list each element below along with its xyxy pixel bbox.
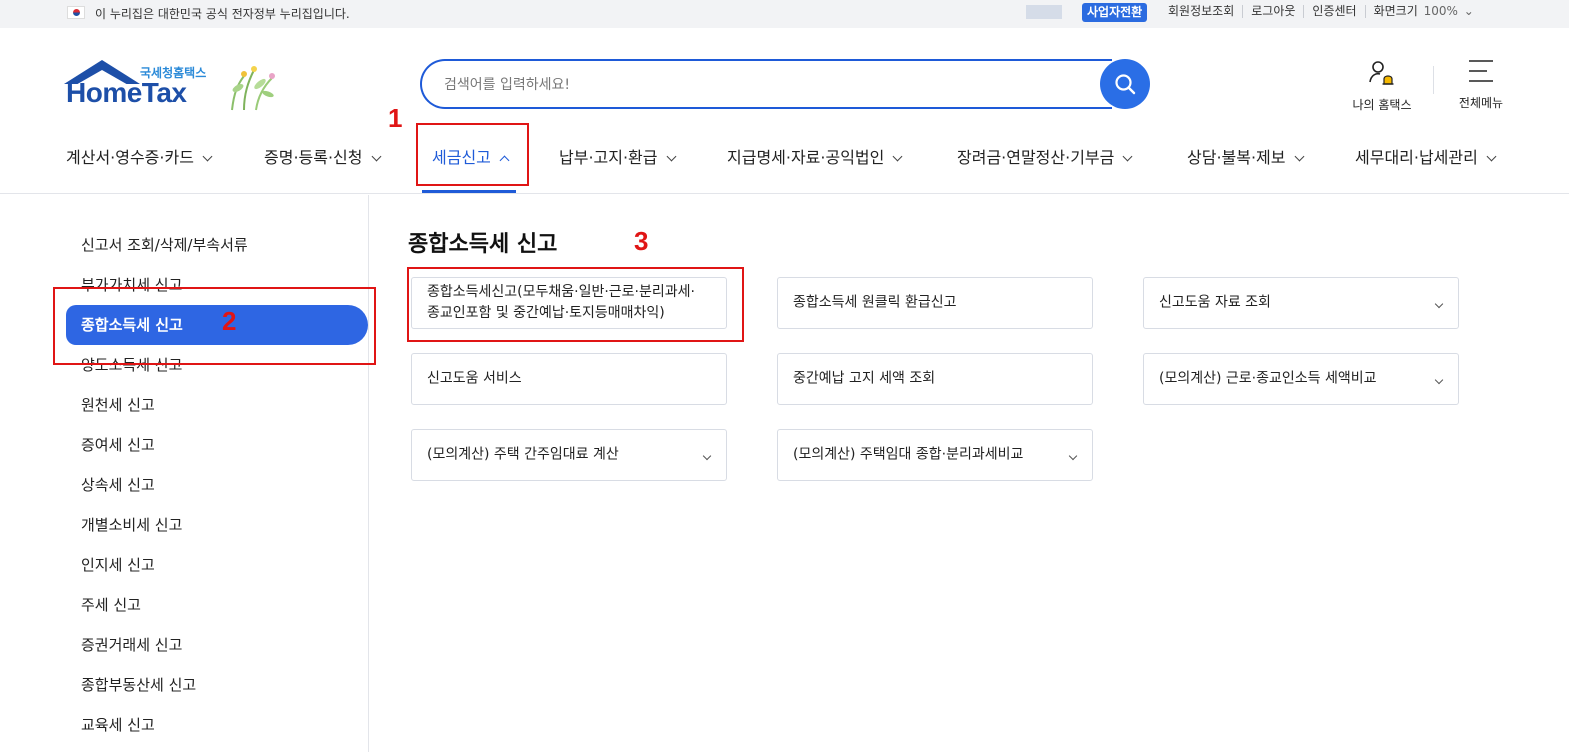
plant-illustration-icon bbox=[231, 66, 275, 111]
chevron-down-icon bbox=[892, 151, 903, 162]
gnb-item-invoice[interactable]: 계산서·영수증·카드 bbox=[66, 144, 213, 168]
search-input[interactable] bbox=[444, 73, 1084, 97]
chevron-down-icon: ⌄ bbox=[1459, 4, 1474, 18]
card-sim-labor-religious[interactable]: (모의계산) 근로·종교인소득 세액비교 bbox=[1143, 353, 1459, 405]
chevron-down-icon bbox=[202, 151, 213, 162]
annotation-box-3 bbox=[407, 267, 744, 342]
gnb-item-label: 납부·고지·환급 bbox=[559, 148, 658, 167]
card-filing-help-service[interactable]: 신고도움 서비스 bbox=[411, 353, 727, 405]
sidebar-item-liquor[interactable]: 주세 신고 bbox=[81, 594, 141, 615]
hometax-logo[interactable]: 국세청홈택스 HomeTax bbox=[64, 60, 279, 116]
gnb-item-payment-statement[interactable]: 지급명세·자료·공익법인 bbox=[727, 144, 903, 168]
card-label: 종합소득세 원클릭 환급신고 bbox=[793, 294, 957, 311]
cert-center-link[interactable]: 인증센터 bbox=[1303, 5, 1364, 18]
card-label: (모의계산) 주택 간주임대료 계산 bbox=[427, 446, 619, 463]
sidebar-item-gift-tax[interactable]: 증여세 신고 bbox=[81, 434, 155, 455]
sidebar: 신고서 조회/삭제/부속서류 부가가치세 신고 종합소득세 신고 양도소득세 신… bbox=[0, 195, 369, 752]
card-sim-deemed-rent[interactable]: (모의계산) 주택 간주임대료 계산 bbox=[411, 429, 727, 481]
sidebar-item-securities[interactable]: 증권거래세 신고 bbox=[81, 634, 182, 655]
user-bell-icon bbox=[1369, 61, 1394, 85]
hamburger-menu-icon bbox=[1469, 60, 1493, 82]
card-label: 중간예납 고지 세액 조회 bbox=[793, 370, 936, 387]
gnb-item-incentive[interactable]: 장려금·연말정산·기부금 bbox=[957, 144, 1133, 168]
gnb-item-label: 세무대리·납세관리 bbox=[1355, 148, 1478, 167]
annotation-number-1: 1 bbox=[388, 103, 403, 133]
gnb-item-consult[interactable]: 상담·불복·제보 bbox=[1187, 144, 1304, 168]
sidebar-item-withholding[interactable]: 원천세 신고 bbox=[81, 394, 155, 415]
gov-banner-text: 이 누리집은 대한민국 공식 전자정부 누리집입니다. bbox=[95, 7, 350, 21]
sidebar-item-return-inquiry[interactable]: 신고서 조회/삭제/부속서류 bbox=[81, 234, 248, 255]
logout-link[interactable]: 로그아웃 bbox=[1242, 5, 1303, 18]
chevron-down-icon bbox=[1486, 151, 1497, 162]
my-hometax-button[interactable]: 나의 홈택스 bbox=[1346, 58, 1418, 113]
gov-banner: 이 누리집은 대한민국 공식 전자정부 누리집입니다. 사업자전환 회원정보조회… bbox=[0, 0, 1569, 28]
chevron-down-icon bbox=[666, 151, 676, 162]
member-info-link[interactable]: 회원정보조회 bbox=[1160, 5, 1242, 18]
annotation-box-2 bbox=[53, 287, 376, 365]
gnb-item-label: 장려금·연말정산·기부금 bbox=[957, 148, 1115, 167]
business-switch-button[interactable]: 사업자전환 bbox=[1082, 3, 1148, 22]
card-interim-notice[interactable]: 중간예납 고지 세액 조회 bbox=[777, 353, 1093, 405]
gnb-item-label: 상담·불복·제보 bbox=[1187, 148, 1286, 167]
gnb-item-tax-agent[interactable]: 세무대리·납세관리 bbox=[1355, 144, 1497, 168]
screen-size-control[interactable]: 화면크기 100% ⌄ bbox=[1364, 4, 1482, 18]
search-button[interactable] bbox=[1100, 59, 1150, 109]
active-tab-underline bbox=[422, 190, 516, 193]
all-menu-label: 전체메뉴 bbox=[1458, 96, 1504, 110]
search-icon bbox=[1115, 74, 1136, 95]
chevron-down-icon bbox=[371, 151, 381, 162]
logo-title: HomeTax bbox=[66, 77, 187, 108]
annotation-number-3: 3 bbox=[634, 226, 649, 256]
annotation-box-1 bbox=[416, 123, 529, 186]
card-sim-rental-compare[interactable]: (모의계산) 주택임대 종합·분리과세비교 bbox=[777, 429, 1093, 481]
gnb-item-label: 계산서·영수증·카드 bbox=[66, 148, 194, 167]
card-label: 신고도움 서비스 bbox=[427, 370, 522, 387]
gnb-item-payment[interactable]: 납부·고지·환급 bbox=[559, 144, 676, 168]
card-label: (모의계산) 근로·종교인소득 세액비교 bbox=[1159, 370, 1377, 387]
sidebar-item-inheritance[interactable]: 상속세 신고 bbox=[81, 474, 155, 495]
card-filing-help-data[interactable]: 신고도움 자료 조회 bbox=[1143, 277, 1459, 329]
utility-links: 회원정보조회 로그아웃 인증센터 화면크기 100% ⌄ bbox=[1160, 5, 1482, 18]
zoom-value: 100% bbox=[1423, 4, 1458, 18]
korea-flag-icon bbox=[67, 6, 85, 19]
user-name-blurred bbox=[1026, 5, 1062, 19]
chevron-down-icon bbox=[1122, 151, 1133, 162]
gnb-item-label: 증명·등록·신청 bbox=[264, 148, 363, 167]
page-title: 종합소득세 신고 bbox=[408, 232, 558, 257]
sidebar-item-education[interactable]: 교육세 신고 bbox=[81, 714, 155, 735]
card-one-click-refund[interactable]: 종합소득세 원클릭 환급신고 bbox=[777, 277, 1093, 329]
card-label: 신고도움 자료 조회 bbox=[1159, 294, 1271, 311]
chevron-down-icon bbox=[1294, 151, 1304, 162]
card-label: (모의계산) 주택임대 종합·분리과세비교 bbox=[793, 446, 1024, 463]
sidebar-item-stamp[interactable]: 인지세 신고 bbox=[81, 554, 155, 575]
screen-size-label: 화면크기 bbox=[1373, 4, 1418, 18]
all-menu-button[interactable]: 전체메뉴 bbox=[1450, 58, 1512, 111]
sidebar-item-excise[interactable]: 개별소비세 신고 bbox=[81, 514, 182, 535]
gnb-item-certificate[interactable]: 증명·등록·신청 bbox=[264, 144, 381, 168]
my-hometax-label: 나의 홈택스 bbox=[1352, 98, 1412, 112]
annotation-number-2: 2 bbox=[222, 306, 237, 336]
main-navigation: 계산서·영수증·카드 증명·등록·신청 세금신고 납부·고지·환급 지급명세·자… bbox=[0, 130, 1569, 194]
search-bar bbox=[420, 59, 1150, 109]
sidebar-item-property[interactable]: 종합부동산세 신고 bbox=[81, 674, 196, 695]
gnb-item-label: 지급명세·자료·공익법인 bbox=[727, 148, 885, 167]
divider bbox=[1433, 66, 1434, 94]
